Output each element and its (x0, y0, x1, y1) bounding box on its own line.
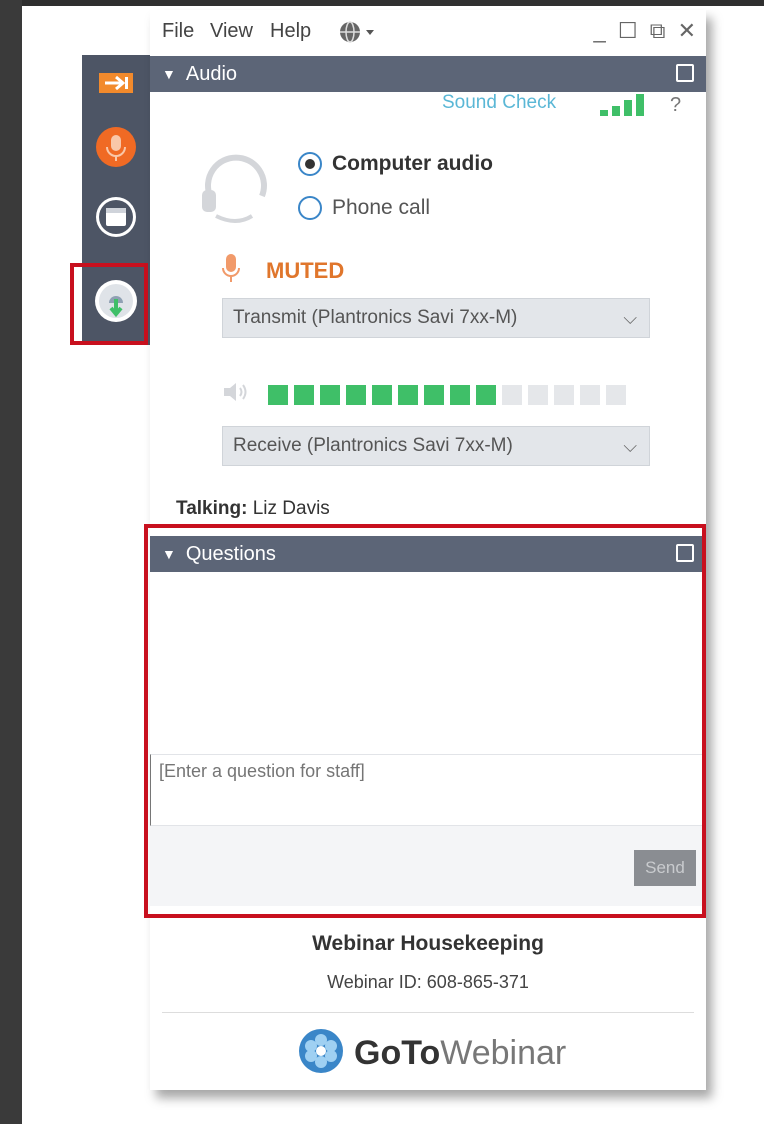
computer-audio-radio[interactable] (298, 152, 322, 176)
questions-button-highlight (70, 263, 148, 345)
menu-help[interactable]: Help (270, 20, 311, 43)
brand-webinar: Webinar (440, 1034, 567, 1072)
volume-segment (424, 384, 444, 405)
transmit-device-select[interactable]: Transmit (Plantronics Savi 7xx-M) ⌵ (222, 298, 650, 338)
volume-segment (372, 384, 392, 405)
chevron-down-icon: ⌵ (623, 308, 637, 328)
minimize-button[interactable]: _ (593, 18, 607, 44)
audio-panel-header[interactable]: ▼ Audio (150, 56, 706, 92)
speaker-level (222, 380, 632, 409)
volume-segment (554, 384, 574, 405)
popout-icon[interactable] (676, 64, 694, 82)
volume-segment (450, 384, 470, 405)
window-controls: _ ☐ ⧉ ✕ (591, 18, 698, 44)
volume-segment (528, 384, 548, 405)
volume-segment (476, 384, 496, 405)
volume-segment (398, 384, 418, 405)
volume-segment (294, 384, 314, 405)
volume-segment (346, 384, 366, 405)
menu-view[interactable]: View (210, 20, 253, 43)
collapse-triangle-icon: ▼ (162, 66, 176, 82)
signal-strength-icon (600, 94, 650, 121)
transmit-device-value: Transmit (Plantronics Savi 7xx-M) (233, 307, 518, 328)
audio-help-button[interactable]: ? (670, 94, 681, 117)
gotowebinar-flower-icon (298, 1028, 344, 1079)
computer-audio-label: Computer audio (332, 152, 493, 175)
volume-meter (268, 384, 632, 405)
chevron-down-icon: ⌵ (623, 436, 637, 456)
brand-goto: GoTo (354, 1034, 441, 1072)
divider (162, 1012, 694, 1013)
volume-segment (580, 384, 600, 405)
muted-microphone-icon (222, 254, 240, 287)
schedule-button[interactable] (82, 187, 150, 251)
talking-indicator: Talking: Liz Davis (176, 498, 330, 520)
close-button[interactable]: ✕ (678, 18, 698, 44)
gotowebinar-logo: GoToWebinar (298, 1028, 566, 1079)
phone-call-option[interactable]: Phone call (298, 196, 430, 220)
talking-name: Liz Davis (252, 498, 330, 519)
brand-wordmark: GoToWebinar (354, 1034, 566, 1073)
audio-panel-title: Audio (185, 62, 238, 85)
headset-icon (196, 150, 276, 235)
globe-icon[interactable] (338, 20, 378, 49)
sound-check-link[interactable]: Sound Check (442, 92, 556, 114)
restore-button[interactable]: ☐ (618, 18, 640, 44)
menu-bar: File View Help _ ☐ ⧉ ✕ (150, 10, 706, 54)
popout-button[interactable]: ⧉ (650, 18, 668, 44)
phone-call-label: Phone call (332, 196, 431, 219)
screen-top-edge (0, 0, 764, 6)
volume-segment (502, 384, 522, 405)
menu-file[interactable]: File (162, 20, 194, 43)
phone-call-radio[interactable] (298, 196, 322, 220)
questions-panel-highlight (144, 524, 706, 918)
receive-device-value: Receive (Plantronics Savi 7xx-M) (233, 435, 513, 456)
expand-panel-button[interactable] (82, 63, 150, 107)
microphone-icon (95, 126, 137, 173)
muted-label: MUTED (266, 257, 345, 283)
webinar-title: Webinar Housekeeping (312, 932, 544, 955)
mute-status[interactable]: MUTED (222, 254, 344, 287)
volume-segment (268, 384, 288, 405)
microphone-button[interactable] (82, 117, 150, 181)
expand-arrow-icon (99, 71, 133, 100)
talking-label: Talking: (176, 498, 248, 519)
volume-segment (320, 384, 340, 405)
calendar-icon (95, 196, 137, 243)
screen-left-edge (0, 0, 22, 1124)
webinar-id: Webinar ID: 608-865-371 (327, 972, 529, 992)
computer-audio-option[interactable]: Computer audio (298, 152, 493, 176)
volume-segment (606, 384, 626, 405)
receive-device-select[interactable]: Receive (Plantronics Savi 7xx-M) ⌵ (222, 426, 650, 466)
speaker-icon (222, 380, 250, 409)
